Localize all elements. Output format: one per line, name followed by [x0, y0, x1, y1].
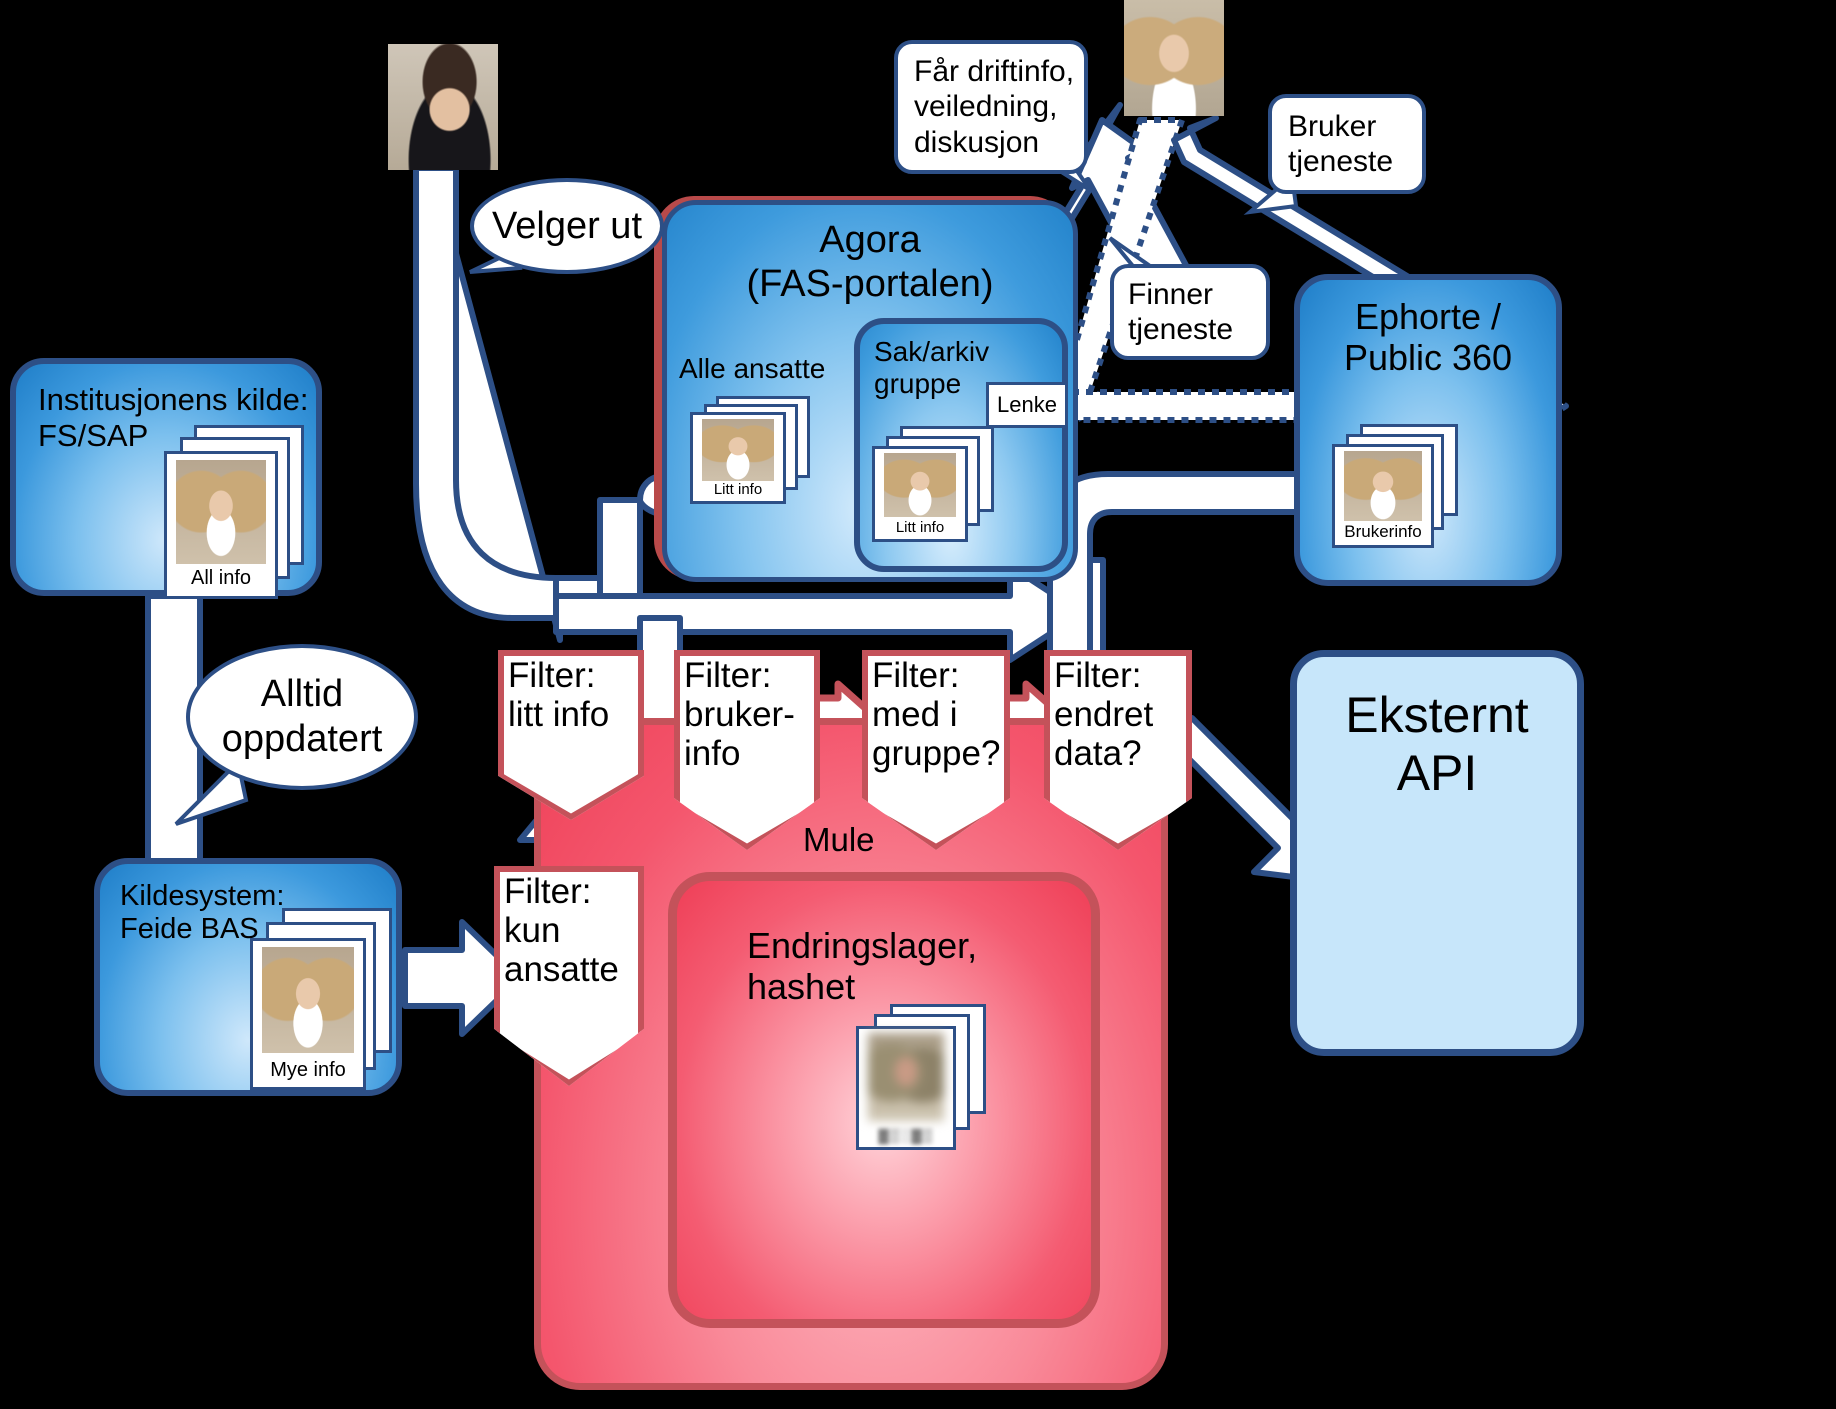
box-mule-label: Mule — [803, 821, 875, 858]
card-front: Brukerinfo — [1332, 444, 1434, 548]
filter-kun-ansatte-label: Filter: kun ansatte — [504, 872, 619, 990]
lenke-box[interactable]: Lenke — [986, 382, 1068, 428]
box-agora-label: Agora (FAS-portalen) — [746, 219, 994, 305]
bubble-far-driftinfo[interactable]: Får driftinfo, veiledning, diskusjon — [894, 40, 1088, 174]
bubble-far-driftinfo-label: Får driftinfo, veiledning, diskusjon — [914, 54, 1075, 159]
person-thumbnail — [884, 453, 956, 517]
bubble-finner-tjeneste-label: Finner tjeneste — [1128, 277, 1234, 346]
card-front: Litt info — [690, 412, 786, 504]
card-front-hashed: ▓▒░▓▒ — [856, 1026, 956, 1150]
card-stack-sak-arkiv: Litt info — [872, 426, 1002, 550]
card-label: All info — [190, 567, 252, 589]
filter-endret-data-label: Filter: endret data? — [1054, 656, 1154, 774]
bubble-velger-ut-label: Velger ut — [492, 204, 642, 247]
diagram-canvas: .wa{fill:#ffffff;stroke:#2d4f86;stroke-w… — [0, 0, 1836, 1409]
filter-brukerinfo-label: Filter: bruker- info — [684, 656, 795, 774]
box-ephorte-label: Ephorte / Public 360 — [1343, 296, 1513, 379]
card-label: Brukerinfo — [1344, 522, 1422, 541]
person-thumbnail — [262, 947, 354, 1053]
box-sak-arkiv-label: Sak/arkiv gruppe — [874, 336, 990, 400]
card-front: Litt info — [872, 446, 968, 542]
box-endringslager-label: Endringslager, hashet — [747, 925, 978, 1008]
card-stack-hashed: ▓▒░▓▒ — [856, 1004, 996, 1164]
bubble-bruker-tjeneste-label: Bruker tjeneste — [1288, 109, 1394, 178]
filter-litt-info-label: Filter: litt info — [508, 656, 610, 735]
bubble-alltid-oppdatert-label: Alltid oppdatert — [221, 673, 383, 760]
card-front: All info — [164, 451, 278, 599]
label-alle-ansatte: Alle ansatte — [679, 353, 826, 384]
hashed-thumbnail — [868, 1033, 944, 1121]
card-stack-brukerinfo: Brukerinfo — [1332, 424, 1462, 564]
person-photo-blonde — [1124, 0, 1224, 116]
box-eksternt-api[interactable]: Eksternt API — [1290, 650, 1584, 1056]
filter-med-i-gruppe-label: Filter: med i gruppe? — [872, 656, 1001, 774]
bubble-alltid-oppdatert[interactable]: Alltid oppdatert — [186, 644, 418, 790]
bubble-velger-ut[interactable]: Velger ut — [470, 178, 664, 274]
card-stack-all-info: All info — [160, 425, 310, 600]
card-front: Mye info — [250, 938, 366, 1090]
card-stack-alle-ansatte: Litt info — [690, 396, 820, 506]
lenke-label: Lenke — [997, 392, 1057, 417]
person-thumbnail — [702, 419, 774, 481]
card-label: Litt info — [895, 519, 945, 536]
box-eksternt-api-label: Eksternt API — [1345, 687, 1529, 801]
hashed-card-label: ▓▒░▓▒ — [878, 1127, 934, 1143]
card-label: Mye info — [270, 1059, 346, 1081]
card-label: Litt info — [713, 481, 763, 498]
card-stack-mye-info: Mye info — [244, 908, 394, 1093]
bubble-bruker-tjeneste[interactable]: Bruker tjeneste — [1268, 94, 1426, 194]
person-photo-short-hair — [388, 44, 498, 170]
person-thumbnail — [1344, 451, 1422, 521]
person-thumbnail — [176, 460, 266, 564]
bubble-finner-tjeneste[interactable]: Finner tjeneste — [1110, 264, 1270, 360]
